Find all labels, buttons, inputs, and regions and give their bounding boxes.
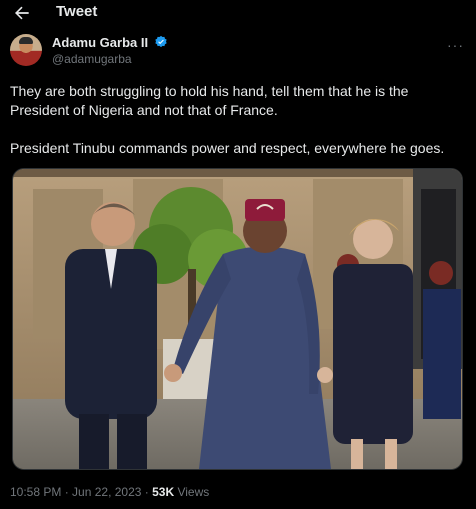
tweet-author: Adamu Garba II @adamugarba ··· [10,34,466,68]
tweet-paragraph-2: President Tinubu commands power and resp… [10,140,445,156]
author-display-name[interactable]: Adamu Garba II [52,35,148,50]
views-count: 53K [152,485,175,499]
views-label: Views [174,485,210,499]
tweet-paragraph-1: They are both struggling to hold his han… [10,83,409,118]
back-arrow-icon[interactable] [12,3,32,23]
meta-separator: · [141,485,153,499]
tweet-meta: 10:58 PM · Jun 22, 2023 · 53K Views [10,485,209,499]
more-options-icon[interactable]: ··· [447,37,464,53]
photo-illustration [13,169,462,469]
verified-badge-icon [155,35,167,48]
tweet-date[interactable]: Jun 22, 2023 [72,485,141,499]
avatar[interactable] [10,34,42,66]
tweet-header: Tweet [0,0,476,28]
tweet-time[interactable]: 10:58 PM [10,485,61,499]
tweet-photo[interactable] [12,168,463,470]
tweet-text: They are both struggling to hold his han… [10,82,462,158]
meta-separator: · [61,485,73,499]
author-handle[interactable]: @adamugarba [52,52,132,66]
page-title: Tweet [56,3,98,20]
